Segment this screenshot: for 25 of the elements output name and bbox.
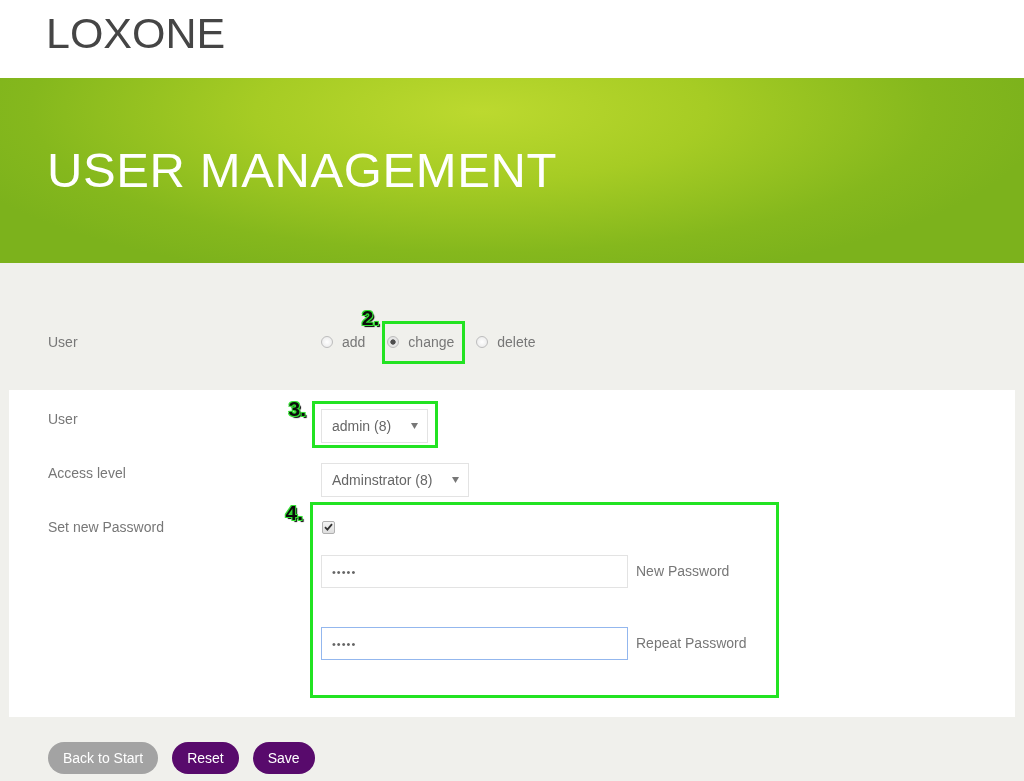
- caret-icon: [452, 477, 460, 483]
- field-label: Repeat Password: [636, 634, 747, 653]
- caret-icon: [411, 423, 419, 429]
- radio-button[interactable]: [387, 336, 400, 348]
- dropdown-select[interactable]: admin (8): [321, 409, 429, 443]
- step-number: 3.: [288, 398, 306, 420]
- action-button[interactable]: Save: [252, 742, 315, 774]
- page-title: USER MANAGEMENT: [47, 146, 557, 195]
- field-label: Set new Password: [48, 518, 165, 537]
- radio-label[interactable]: delete: [497, 332, 536, 352]
- dropdown-select[interactable]: Adminstrator (8): [321, 463, 470, 497]
- field-label: New Password: [636, 562, 730, 581]
- checkbox[interactable]: [322, 520, 335, 534]
- step-number: 4.: [285, 502, 303, 524]
- logo: LOXONE: [46, 12, 226, 55]
- action-button[interactable]: Reset: [172, 742, 239, 774]
- radio-label[interactable]: change: [408, 332, 455, 352]
- step-number: 2.: [361, 307, 380, 329]
- radio-button[interactable]: [321, 336, 333, 348]
- field-label: User: [48, 333, 79, 352]
- password-field[interactable]: •••••: [321, 555, 628, 588]
- radio-button[interactable]: [476, 336, 489, 348]
- radio-label[interactable]: add: [342, 332, 366, 352]
- password-field[interactable]: •••••: [321, 627, 628, 660]
- field-label: Access level: [48, 464, 127, 483]
